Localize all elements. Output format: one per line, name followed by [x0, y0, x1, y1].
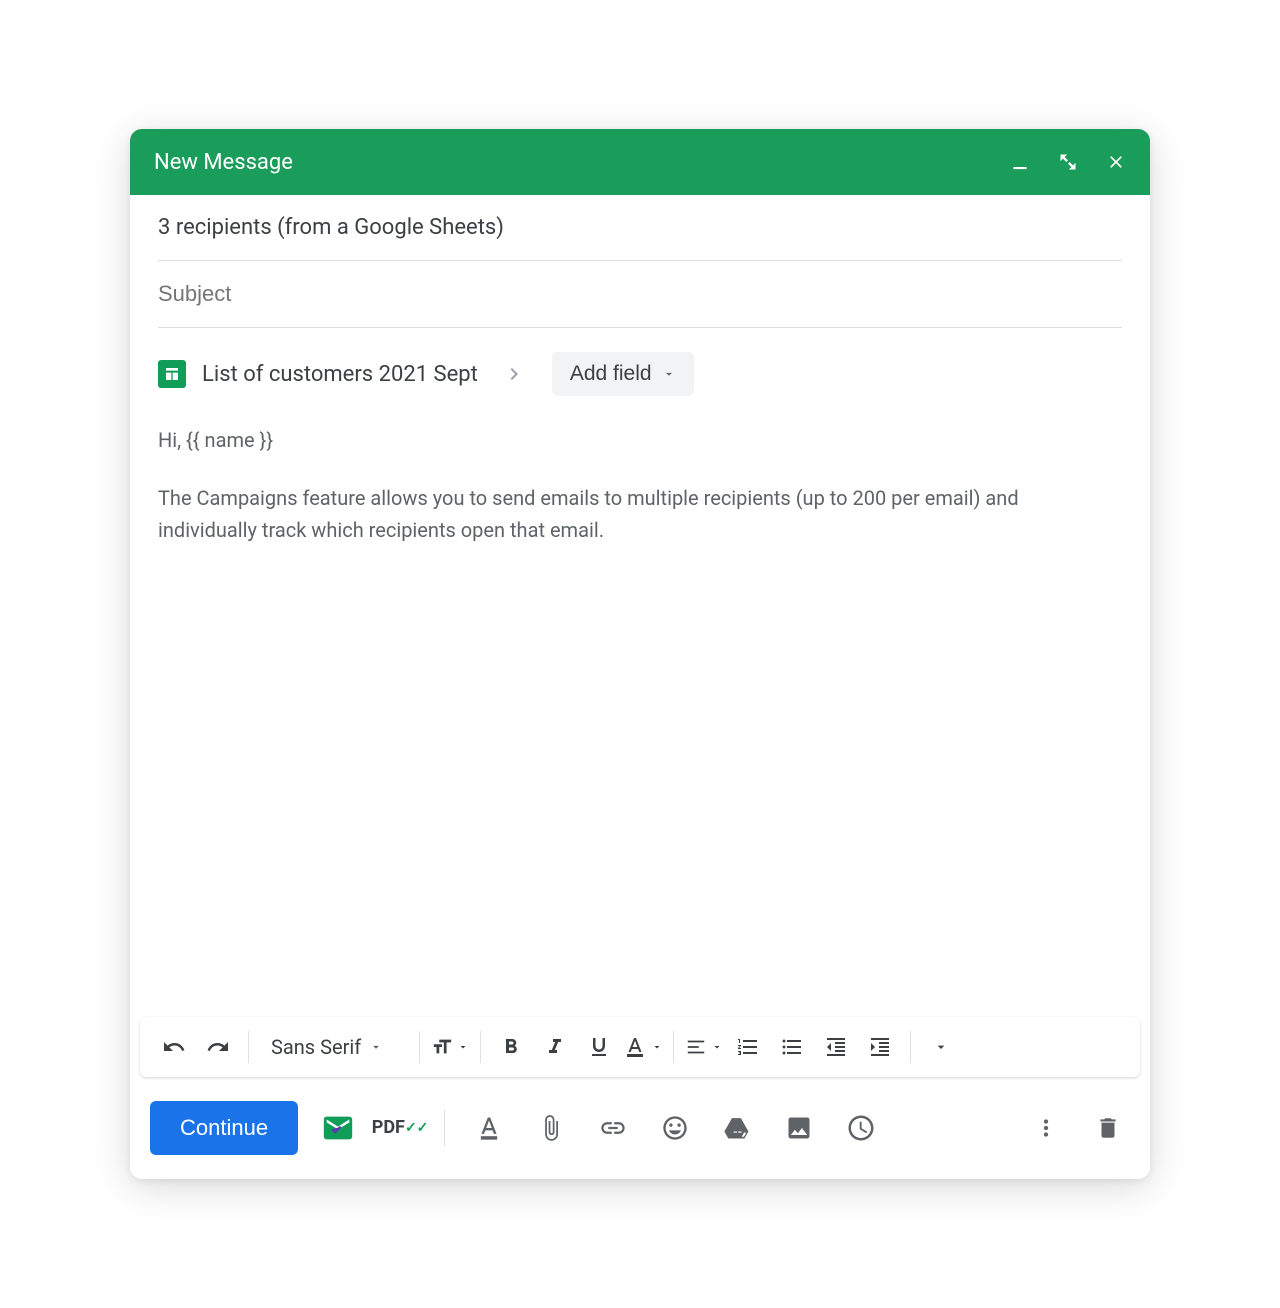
minimize-icon[interactable]	[1010, 152, 1030, 172]
google-sheets-icon	[158, 360, 186, 388]
mail-tracking-icon[interactable]	[316, 1106, 360, 1150]
add-field-label: Add field	[570, 362, 652, 386]
header-controls	[1010, 152, 1126, 172]
window-title: New Message	[154, 150, 1010, 175]
font-family-label: Sans Serif	[271, 1035, 361, 1059]
caret-down-icon	[651, 1041, 663, 1053]
underline-button[interactable]	[579, 1027, 619, 1067]
undo-button[interactable]	[154, 1027, 194, 1067]
body-paragraph: The Campaigns feature allows you to send…	[158, 482, 1122, 546]
separator	[910, 1031, 911, 1063]
continue-button[interactable]: Continue	[150, 1101, 298, 1155]
insert-drive-icon[interactable]	[715, 1106, 759, 1150]
text-format-icon[interactable]	[467, 1106, 511, 1150]
more-options-icon[interactable]	[1024, 1106, 1068, 1150]
pdf-checks-icon: ✓✓	[405, 1121, 428, 1135]
format-toolbar: Sans Serif	[140, 1017, 1140, 1077]
add-field-button[interactable]: Add field	[552, 352, 694, 396]
close-icon[interactable]	[1106, 152, 1126, 172]
more-formatting-button[interactable]	[921, 1027, 961, 1067]
caret-down-icon	[711, 1041, 723, 1053]
email-body[interactable]: Hi, {{ name }} The Campaigns feature all…	[130, 408, 1150, 1017]
bold-button[interactable]	[491, 1027, 531, 1067]
font-size-button[interactable]	[430, 1027, 470, 1067]
separator	[480, 1031, 481, 1063]
caret-down-icon	[457, 1041, 469, 1053]
bulleted-list-button[interactable]	[772, 1027, 812, 1067]
attach-file-icon[interactable]	[529, 1106, 573, 1150]
separator	[419, 1031, 420, 1063]
pdf-label: PDF	[372, 1119, 405, 1137]
redo-button[interactable]	[198, 1027, 238, 1067]
font-family-select[interactable]: Sans Serif	[259, 1035, 409, 1059]
compose-window: New Message 3 recipients (from a Google …	[130, 129, 1150, 1179]
text-color-button[interactable]	[623, 1027, 663, 1067]
caret-down-icon	[662, 367, 676, 381]
insert-photo-icon[interactable]	[777, 1106, 821, 1150]
recipients-field[interactable]: 3 recipients (from a Google Sheets)	[158, 195, 1122, 261]
window-header: New Message	[130, 129, 1150, 195]
bottom-action-bar: Continue PDF ✓✓	[130, 1077, 1150, 1179]
subject-field[interactable]	[158, 261, 1122, 328]
insert-link-icon[interactable]	[591, 1106, 635, 1150]
chevron-right-icon	[502, 362, 526, 386]
indent-increase-button[interactable]	[860, 1027, 900, 1067]
separator	[444, 1110, 445, 1146]
body-greeting: Hi, {{ name }}	[158, 424, 1122, 456]
expand-icon[interactable]	[1058, 152, 1078, 172]
schedule-send-icon[interactable]	[839, 1106, 883, 1150]
pdf-export-icon[interactable]: PDF ✓✓	[378, 1106, 422, 1150]
caret-down-icon	[369, 1040, 383, 1054]
insert-emoji-icon[interactable]	[653, 1106, 697, 1150]
italic-button[interactable]	[535, 1027, 575, 1067]
align-button[interactable]	[684, 1027, 724, 1067]
separator	[248, 1031, 249, 1063]
sheet-source-row: List of customers 2021 Sept Add field	[158, 328, 1122, 408]
indent-decrease-button[interactable]	[816, 1027, 856, 1067]
header-fields: 3 recipients (from a Google Sheets) List…	[130, 195, 1150, 408]
discard-draft-icon[interactable]	[1086, 1106, 1130, 1150]
sheet-name[interactable]: List of customers 2021 Sept	[202, 362, 478, 387]
subject-input[interactable]	[158, 281, 1122, 307]
numbered-list-button[interactable]	[728, 1027, 768, 1067]
separator	[673, 1031, 674, 1063]
